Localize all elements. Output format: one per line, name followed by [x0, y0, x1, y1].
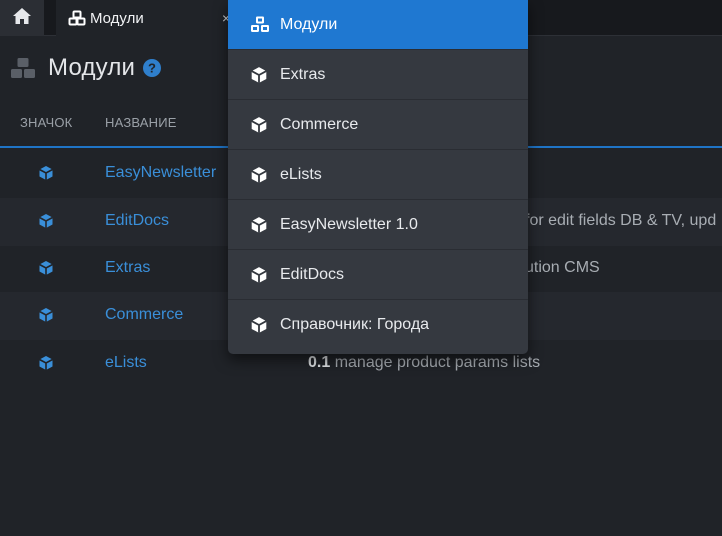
- cubes-icon: [250, 16, 280, 33]
- menu-item-elists[interactable]: eLists: [228, 150, 528, 200]
- svg-text:?: ?: [148, 61, 156, 76]
- menu-item-label: Справочник: Города: [280, 316, 430, 333]
- menu-item-cities-directory[interactable]: Справочник: Города: [228, 300, 528, 350]
- cube-icon: [38, 213, 54, 229]
- module-name-link[interactable]: Extras: [105, 259, 150, 277]
- home-icon: [12, 7, 32, 30]
- menu-item-label: EditDocs: [280, 265, 345, 283]
- cube-icon: [38, 260, 54, 276]
- home-button[interactable]: [0, 0, 44, 36]
- menu-item-label: Модули: [280, 15, 338, 33]
- cubes-icon: [10, 57, 36, 79]
- menu-item-editdocs[interactable]: EditDocs: [228, 250, 528, 300]
- menu-item-label: eLists: [280, 165, 322, 183]
- column-header-icon[interactable]: Значок: [20, 115, 72, 130]
- menu-item-extras[interactable]: Extras: [228, 50, 528, 100]
- menu-item-easynewsletter[interactable]: EasyNewsletter 1.0: [228, 200, 528, 250]
- cube-icon: [38, 355, 54, 371]
- cube-icon: [250, 316, 280, 334]
- menu-item-modules[interactable]: Модули: [228, 0, 528, 50]
- cube-icon: [250, 66, 280, 84]
- modules-dropdown-menu: Модули Extras Commerce eLists EasyNewsle: [228, 0, 528, 354]
- cube-icon: [250, 216, 280, 234]
- page-title: Модули: [48, 54, 136, 81]
- module-description: for edit fields DB & TV, upd: [525, 212, 717, 229]
- question-circle-icon[interactable]: ?: [143, 59, 162, 77]
- module-description: ution CMS: [525, 259, 600, 276]
- cubes-icon: [68, 10, 86, 26]
- module-version: 0.1: [308, 354, 331, 371]
- tab-modules[interactable]: Модули: [56, 0, 236, 36]
- column-header-name[interactable]: Название: [105, 115, 177, 130]
- module-name-link[interactable]: EditDocs: [105, 212, 169, 230]
- menu-item-label: Extras: [280, 65, 326, 83]
- cube-icon: [38, 307, 54, 323]
- module-name-link[interactable]: Commerce: [105, 306, 183, 324]
- page-header: Модули ?: [10, 52, 162, 84]
- cube-icon: [250, 266, 280, 284]
- menu-item-label: Commerce: [280, 115, 359, 133]
- module-description-text: manage product params lists: [334, 354, 541, 371]
- cube-icon: [38, 165, 54, 181]
- module-name-link[interactable]: EasyNewsletter: [105, 164, 216, 182]
- menu-item-label: EasyNewsletter 1.0: [280, 215, 418, 233]
- cube-icon: [250, 116, 280, 134]
- module-name-link[interactable]: eLists: [105, 354, 147, 372]
- cube-icon: [250, 166, 280, 184]
- menu-item-commerce[interactable]: Commerce: [228, 100, 528, 150]
- tab-label: Модули: [90, 9, 144, 27]
- app-window: Модули × Модули ? Значок Название: [0, 0, 722, 536]
- module-description: 0.1 manage product params lists: [308, 354, 540, 372]
